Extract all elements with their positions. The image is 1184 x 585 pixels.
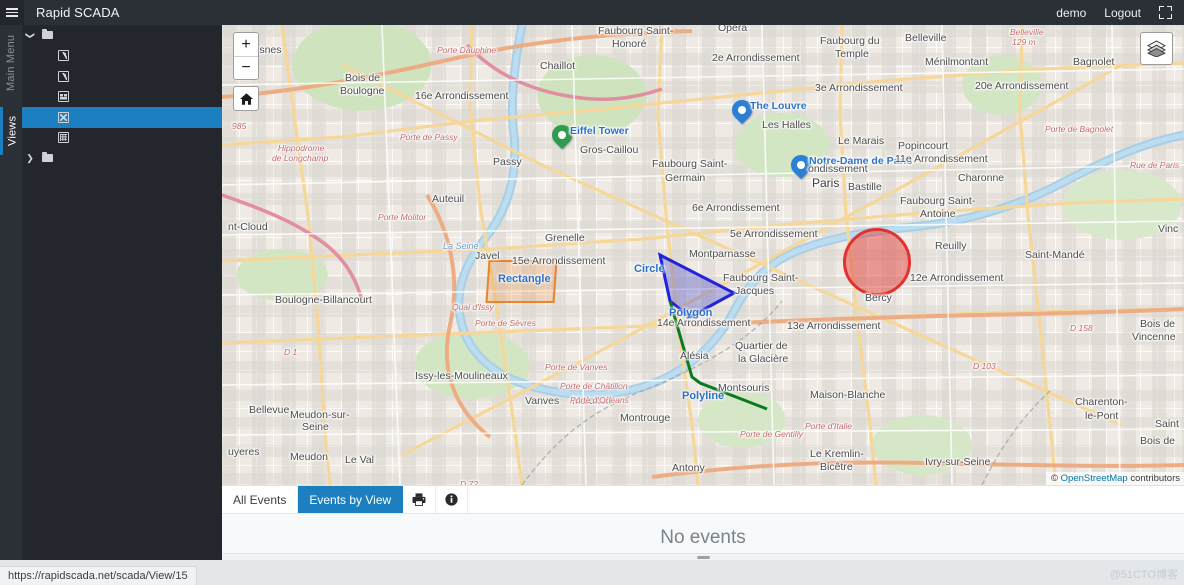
zoom-in-button[interactable]: + <box>234 33 258 56</box>
tree-root: ❯ ❯ <box>22 25 222 169</box>
info-button[interactable] <box>436 486 469 513</box>
map-marker-the-louvre[interactable] <box>727 95 757 130</box>
events-by-view-button[interactable]: Events by View <box>298 486 404 513</box>
all-events-button[interactable]: All Events <box>222 486 299 513</box>
map-marker-notre-dame-de-paris[interactable] <box>786 150 816 185</box>
map-icon <box>54 111 72 123</box>
home-button[interactable] <box>233 86 259 111</box>
application-root: Rapid SCADA demo Logout Main Menu Views … <box>0 0 1184 585</box>
chevron-right-icon[interactable]: ❯ <box>22 153 38 164</box>
zoom-out-button[interactable]: − <box>234 56 258 79</box>
info-icon <box>445 493 458 506</box>
logout-link[interactable]: Logout <box>1104 6 1141 20</box>
marker-dot <box>738 106 746 114</box>
attribution-suffix: contributors <box>1127 473 1180 484</box>
sidebar-item-data-center[interactable] <box>22 46 222 67</box>
layers-button[interactable] <box>1140 32 1173 65</box>
sidebar-item-dashboard-demo[interactable] <box>22 87 222 108</box>
map-shape-polyline[interactable] <box>668 300 768 411</box>
map-vector-shapes <box>657 252 768 411</box>
splitter-grip <box>696 555 710 559</box>
sidebar-item-setpoints[interactable] <box>22 128 222 149</box>
openstreetmap-link[interactable]: OpenStreetMap <box>1061 473 1128 484</box>
rail-tab-views[interactable]: Views <box>0 107 22 155</box>
marker-dot <box>797 161 805 169</box>
watermark: @51CTO博客 <box>1109 569 1178 581</box>
fullscreen-icon[interactable] <box>1159 6 1172 19</box>
image-icon <box>54 50 72 62</box>
sidebar-item-hello-world[interactable]: ❯ <box>22 148 222 169</box>
attribution-prefix: © <box>1051 473 1061 484</box>
folder-icon <box>38 152 56 163</box>
printer-icon <box>412 493 426 506</box>
hamburger-icon[interactable] <box>0 0 24 25</box>
rail-tab-main-menu[interactable]: Main Menu <box>0 27 22 99</box>
page-title: Rapid SCADA <box>36 5 120 20</box>
status-url: https://rapidscada.net/scada/View/15 <box>0 566 197 585</box>
map-pane[interactable]: Eiffel Tower The Louvre Notre-Dame de Pari… <box>222 25 1184 485</box>
status-bar: https://rapidscada.net/scada/View/15 @51… <box>0 560 1184 585</box>
chevron-down-icon[interactable]: ❯ <box>25 27 36 43</box>
sidebar-item-live-demo[interactable]: ❯ <box>22 25 222 46</box>
vertical-tab-rail: Main Menu Views <box>0 25 22 560</box>
panel-splitter[interactable] <box>222 553 1184 560</box>
folder-icon <box>38 29 56 40</box>
top-bar-right: demo Logout <box>1056 6 1184 20</box>
sidebar-item-map-demo[interactable] <box>22 107 222 128</box>
top-bar: Rapid SCADA demo Logout <box>0 0 1184 25</box>
layers-icon <box>1147 40 1166 57</box>
sidebar-item-symbols[interactable] <box>22 66 222 87</box>
marker-dot <box>558 131 566 139</box>
map-attribution: © OpenStreetMap contributors <box>1046 472 1184 485</box>
home-icon <box>239 92 253 105</box>
events-panel: All Events Events by View No events <box>222 485 1184 561</box>
dashboard-icon <box>54 91 72 103</box>
image-icon <box>54 70 72 82</box>
events-toolbar: All Events Events by View <box>222 486 1184 514</box>
sidebar-view-tree: ❯ ❯ <box>22 25 222 560</box>
hamburger-bars <box>6 6 18 20</box>
button-label: All Events <box>233 492 287 507</box>
button-label: Events by View <box>309 492 392 507</box>
printer-button[interactable] <box>403 486 437 513</box>
user-name-link[interactable]: demo <box>1056 6 1086 20</box>
map-marker-eiffel-tower[interactable] <box>547 120 577 155</box>
table-icon <box>54 132 72 144</box>
map-zoom-control: + − <box>233 32 259 80</box>
